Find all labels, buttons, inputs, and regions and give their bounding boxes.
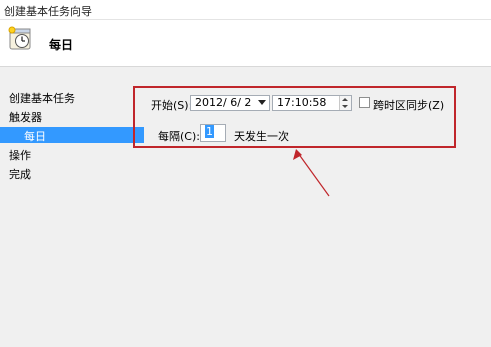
annotation-arrow-icon xyxy=(293,149,330,197)
